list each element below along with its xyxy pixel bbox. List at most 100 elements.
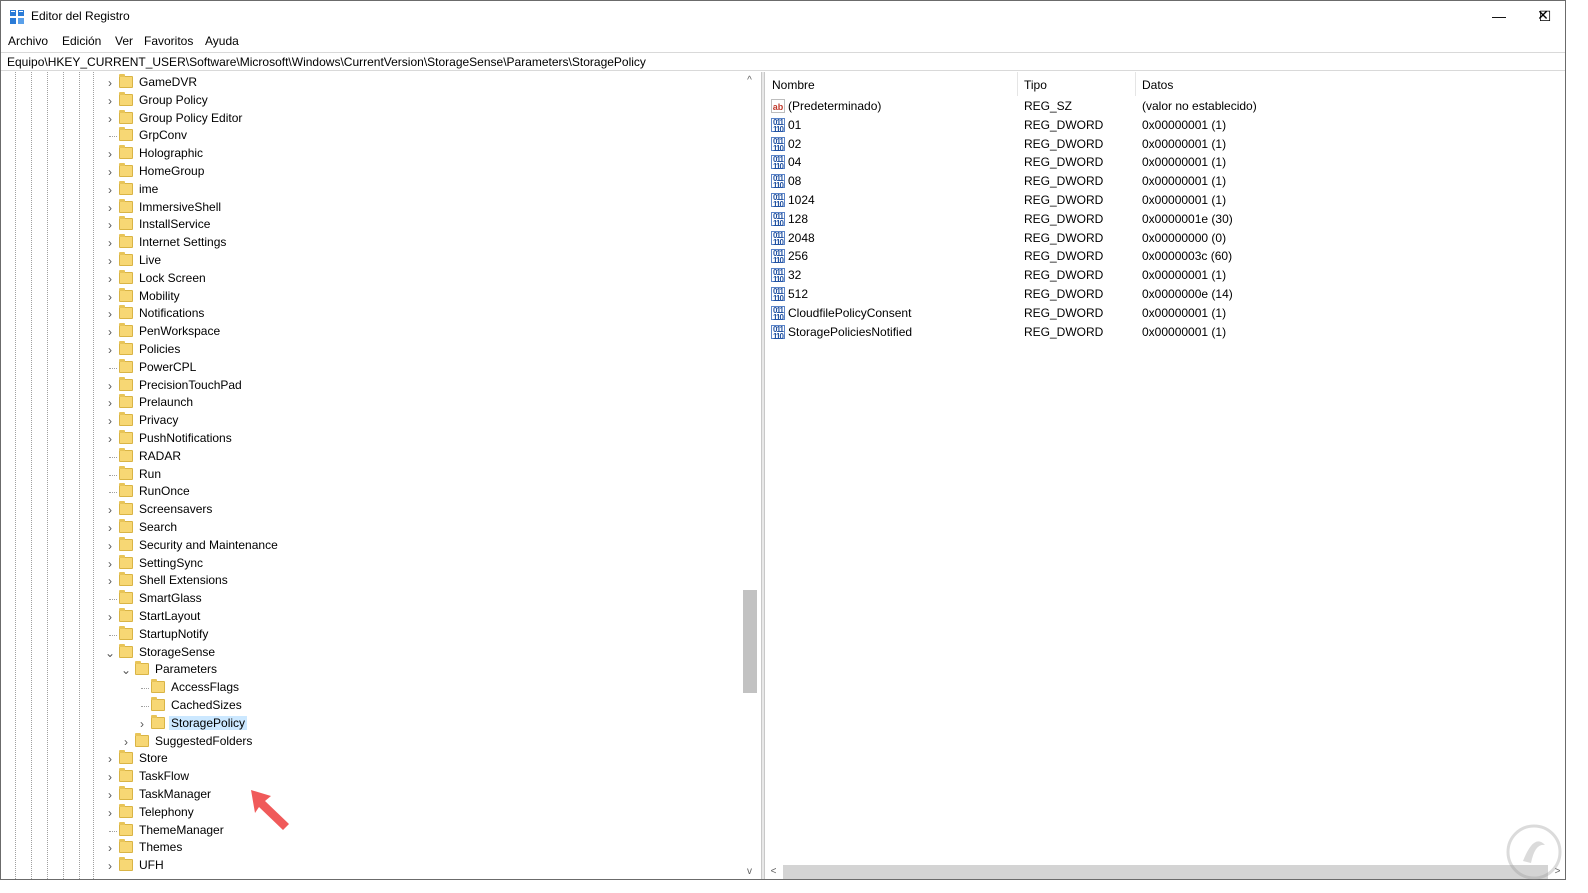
- tree-node[interactable]: › ImmersiveShell: [105, 198, 425, 217]
- menu-ayuda[interactable]: Ayuda: [205, 34, 239, 48]
- chevron-right-icon[interactable]: ›: [105, 572, 115, 590]
- chevron-right-icon[interactable]: ›: [105, 74, 115, 92]
- tree-node-label[interactable]: Parameters: [153, 662, 219, 676]
- tree-node[interactable]: RunOnce: [105, 483, 425, 501]
- tree-node-label[interactable]: Notifications: [137, 306, 206, 320]
- chevron-right-icon[interactable]: ›: [105, 163, 115, 181]
- scroll-left-icon[interactable]: <: [765, 863, 782, 879]
- column-divider[interactable]: [1135, 72, 1136, 96]
- chevron-right-icon[interactable]: ›: [105, 839, 115, 857]
- list-row[interactable]: 011 110 2048 REG_DWORD 0x00000000 (0): [765, 229, 1565, 248]
- tree-node-label[interactable]: Prelaunch: [137, 395, 195, 409]
- tree-node-label[interactable]: RunOnce: [137, 484, 192, 498]
- chevron-down-icon[interactable]: ⌄: [121, 661, 131, 679]
- tree-node[interactable]: › ime: [105, 180, 425, 199]
- chevron-right-icon[interactable]: ›: [105, 234, 115, 252]
- menu-favoritos[interactable]: Favoritos: [144, 34, 193, 48]
- tree-node-label[interactable]: Privacy: [137, 413, 180, 427]
- address-bar[interactable]: Equipo\HKEY_CURRENT_USER\Software\Micros…: [1, 52, 1565, 71]
- tree-node[interactable]: › HomeGroup: [105, 163, 425, 181]
- tree-node-label[interactable]: Run: [137, 467, 163, 481]
- close-button[interactable]: ✕: [1520, 0, 1566, 31]
- tree-node[interactable]: › StoragePolicy: [137, 714, 457, 733]
- tree-node-label[interactable]: ImmersiveShell: [137, 200, 223, 214]
- chevron-right-icon[interactable]: ›: [105, 804, 115, 822]
- list-row[interactable]: 011 110 StoragePoliciesNotified REG_DWORD 0x…: [765, 323, 1565, 342]
- chevron-right-icon[interactable]: ›: [105, 145, 115, 163]
- chevron-right-icon[interactable]: ›: [121, 733, 131, 751]
- tree-node-label[interactable]: SuggestedFolders: [153, 734, 254, 748]
- chevron-right-icon[interactable]: ›: [105, 430, 115, 448]
- chevron-right-icon[interactable]: ›: [105, 750, 115, 768]
- tree-node-label[interactable]: Holographic: [137, 146, 205, 160]
- tree-node[interactable]: CachedSizes: [137, 697, 457, 715]
- tree-node[interactable]: › PushNotifications: [105, 430, 425, 448]
- tree-node[interactable]: ⌄ Parameters: [121, 661, 441, 679]
- tree-node[interactable]: › Internet Settings: [105, 234, 425, 252]
- tree-node[interactable]: › GameDVR: [105, 74, 425, 92]
- tree-node-label[interactable]: AccessFlags: [169, 680, 241, 694]
- tree-node[interactable]: › SuggestedFolders: [121, 732, 441, 751]
- chevron-right-icon[interactable]: ›: [105, 519, 115, 537]
- tree-node-label[interactable]: Telephony: [137, 805, 196, 819]
- list-scroll-thumb[interactable]: [783, 865, 1548, 879]
- chevron-right-icon[interactable]: ›: [105, 288, 115, 306]
- tree-node[interactable]: RADAR: [105, 447, 425, 466]
- list-row[interactable]: 011 110 512 REG_DWORD 0x0000000e (14): [765, 285, 1565, 304]
- address-path[interactable]: Equipo\HKEY_CURRENT_USER\Software\Micros…: [7, 55, 646, 69]
- tree-node[interactable]: StartupNotify: [105, 625, 425, 644]
- list-horizontal-scrollbar[interactable]: < >: [765, 863, 1565, 879]
- tree-node-label[interactable]: StoragePolicy: [169, 715, 248, 730]
- tree-node-label[interactable]: ThemeManager: [137, 823, 226, 837]
- tree-node-label[interactable]: PowerCPL: [137, 360, 198, 374]
- chevron-right-icon[interactable]: ›: [105, 537, 115, 555]
- list-row[interactable]: 011 110 CloudfilePolicyConsent REG_DWORD 0x0…: [765, 304, 1565, 323]
- tree-scroll-thumb[interactable]: [743, 590, 757, 693]
- tree-node-label[interactable]: StorageSense: [137, 645, 217, 659]
- tree-node-label[interactable]: Internet Settings: [137, 235, 228, 249]
- scroll-down-icon[interactable]: v: [741, 863, 758, 879]
- menu-edicion[interactable]: Edición: [62, 34, 101, 48]
- tree-vertical-scrollbar[interactable]: ^ v: [741, 72, 758, 879]
- tree-node-label[interactable]: TaskFlow: [137, 769, 191, 783]
- chevron-right-icon[interactable]: ›: [105, 199, 115, 217]
- tree-node-label[interactable]: Live: [137, 253, 163, 267]
- tree-node[interactable]: Run: [105, 465, 425, 484]
- tree-node-label[interactable]: Security and Maintenance: [137, 538, 280, 552]
- tree-node-label[interactable]: SettingSync: [137, 556, 205, 570]
- tree-node[interactable]: › Store: [105, 750, 425, 768]
- tree-node[interactable]: › Live: [105, 252, 425, 270]
- tree-node[interactable]: ⌄ StorageSense: [105, 643, 425, 662]
- chevron-right-icon[interactable]: ›: [105, 377, 115, 395]
- column-header-tipo[interactable]: Tipo: [1024, 78, 1047, 92]
- menu-ver[interactable]: Ver: [115, 34, 133, 48]
- tree-node-label[interactable]: GameDVR: [137, 75, 199, 89]
- list-row[interactable]: 011 110 02 REG_DWORD 0x00000001 (1): [765, 135, 1565, 154]
- tree-node-label[interactable]: InstallService: [137, 217, 212, 231]
- list-row[interactable]: 011 110 256 REG_DWORD 0x0000003c (60): [765, 247, 1565, 266]
- tree-node[interactable]: › Shell Extensions: [105, 572, 425, 590]
- tree-node[interactable]: › Lock Screen: [105, 269, 425, 288]
- chevron-right-icon[interactable]: ›: [105, 252, 115, 270]
- tree-node-label[interactable]: HomeGroup: [137, 164, 206, 178]
- tree-node[interactable]: › Search: [105, 519, 425, 537]
- tree-node[interactable]: › Mobility: [105, 287, 425, 306]
- tree-node[interactable]: › InstallService: [105, 216, 425, 234]
- tree-node-label[interactable]: PrecisionTouchPad: [137, 378, 244, 392]
- tree-node-label[interactable]: Group Policy: [137, 93, 210, 107]
- tree-node-label[interactable]: StartLayout: [137, 609, 202, 623]
- tree-node-label[interactable]: Mobility: [137, 289, 182, 303]
- column-divider[interactable]: [1017, 72, 1018, 96]
- scroll-up-icon[interactable]: ^: [741, 72, 758, 89]
- tree-node-label[interactable]: RADAR: [137, 449, 183, 463]
- chevron-right-icon[interactable]: ›: [105, 181, 115, 199]
- chevron-right-icon[interactable]: ›: [105, 341, 115, 359]
- tree-node[interactable]: › Privacy: [105, 412, 425, 430]
- list-row[interactable]: 011 110 01 REG_DWORD 0x00000001 (1): [765, 116, 1565, 135]
- tree-node[interactable]: AccessFlags: [137, 679, 457, 697]
- chevron-right-icon[interactable]: ›: [105, 412, 115, 430]
- tree-node-label[interactable]: Shell Extensions: [137, 573, 230, 587]
- tree-node[interactable]: › Notifications: [105, 305, 425, 323]
- chevron-right-icon[interactable]: ›: [105, 305, 115, 323]
- tree-node[interactable]: › Group Policy: [105, 91, 425, 110]
